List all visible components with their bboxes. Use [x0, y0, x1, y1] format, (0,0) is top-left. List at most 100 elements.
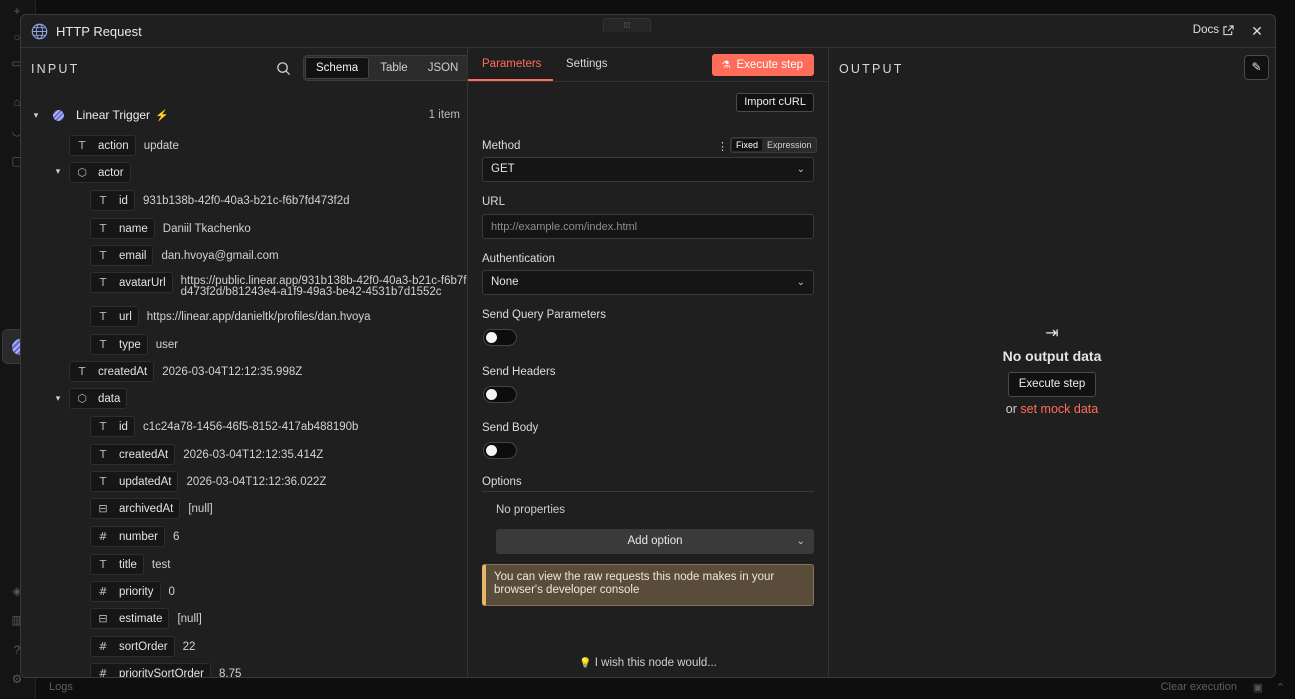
tab-json[interactable]: JSON [418, 56, 467, 80]
tab-table[interactable]: Table [370, 56, 418, 80]
schema-row[interactable]: # priority 0 [90, 581, 175, 602]
schema-row[interactable]: Ttitle test [90, 554, 170, 575]
schema-row[interactable]: Tname Daniil Tkachenko [90, 218, 251, 239]
lightbulb-icon: 💡 [579, 658, 592, 669]
schema-value: [null] [188, 502, 213, 515]
method-select[interactable]: GET ⌄ [482, 157, 814, 182]
schema-row[interactable]: Ttype user [90, 334, 178, 355]
authentication-value: None [491, 276, 519, 288]
schema-row[interactable]: Tid 931b138b-42f0-40a3-b21c-f6b7fd473f2d [90, 190, 350, 211]
authentication-select[interactable]: None ⌄ [482, 270, 814, 295]
schema-key: createdAt [119, 448, 169, 461]
set-mock-data-link[interactable]: set mock data [1020, 402, 1098, 416]
schema-value: 8.75 [219, 667, 242, 678]
node-details-modal: HTTP Request Docs ✕ INPUT Schema Table J… [20, 14, 1276, 678]
schema-value: 0 [168, 585, 175, 598]
tab-settings[interactable]: Settings [566, 58, 608, 70]
mode-fixed[interactable]: Fixed [732, 139, 763, 151]
mode-expression[interactable]: Expression [763, 138, 816, 152]
send-headers-toggle[interactable] [483, 386, 517, 403]
add-option-button[interactable]: Add option ⌄ [496, 529, 814, 554]
logs-toggle[interactable]: Logs [49, 681, 73, 693]
edit-output-button[interactable]: ✎ [1244, 55, 1269, 80]
active-tab-indicator [468, 79, 553, 81]
chevron-down-icon: ⌄ [796, 277, 805, 288]
url-label: URL [482, 196, 506, 208]
schema-row[interactable]: TcreatedAt 2026-03-04T12:12:35.998Z [69, 361, 302, 382]
send-query-toggle[interactable] [483, 329, 517, 346]
import-curl-button[interactable]: Import cURL [736, 93, 814, 112]
schema-row[interactable]: TupdatedAt 2026-03-04T12:12:36.022Z [90, 471, 326, 492]
schema-row[interactable]: TavatarUrl https://public.linear.app/931… [90, 272, 467, 298]
number-type-icon: # [98, 667, 108, 677]
schema-key: actor [98, 166, 124, 179]
send-body-label: Send Body [482, 422, 539, 434]
schema-row[interactable]: Tid c1c24a78-1456-46f5-8152-417ab488190b [90, 416, 358, 437]
schema-row[interactable]: # prioritySortOrder 8.75 [90, 663, 241, 677]
string-type-icon: T [78, 139, 86, 152]
bottom-bar: Logs Clear execution ▣ ⌃ [36, 677, 1295, 699]
schema-value: test [151, 558, 171, 571]
authentication-label: Authentication [482, 253, 555, 265]
close-icon[interactable]: ✕ [1249, 23, 1265, 40]
pencil-icon: ✎ [1251, 60, 1262, 74]
schema-row[interactable]: ⬡ actor [69, 162, 131, 183]
schema-row[interactable]: ⊟ estimate [null] [90, 608, 202, 629]
schema-row[interactable]: ⬡ data [69, 388, 128, 409]
chevron-down-icon[interactable]: ▾ [31, 110, 41, 121]
chevron-down-icon[interactable]: ▾ [53, 393, 63, 404]
schema-value: dan.hvoya@gmail.com [161, 249, 279, 262]
chevron-down-icon[interactable]: ▾ [53, 166, 63, 177]
view-switcher: Schema Table JSON [303, 55, 467, 81]
output-execute-step-button[interactable]: Execute step [1007, 372, 1097, 397]
flask-icon: ⚗ [721, 59, 731, 71]
trigger-row[interactable]: ▾ Linear Trigger ⚡ [31, 108, 169, 122]
no-properties-text: No properties [496, 504, 566, 516]
schema-key: avatarUrl [119, 276, 166, 289]
chevron-down-icon: ⌄ [796, 536, 805, 547]
search-icon[interactable] [276, 61, 291, 76]
schema-key: url [119, 310, 132, 323]
number-type-icon: # [98, 585, 108, 598]
copy-icon[interactable]: ▣ [1253, 681, 1263, 694]
url-input[interactable] [482, 214, 814, 239]
clear-execution-button[interactable]: Clear execution [1161, 681, 1237, 693]
schema-value: 2026-03-04T12:12:35.998Z [162, 365, 303, 378]
schema-key: id [119, 420, 128, 433]
schema-key: action [98, 139, 129, 152]
trigger-label: Linear Trigger [76, 108, 151, 122]
chevron-down-icon: ⌄ [796, 164, 805, 175]
schema-key: email [119, 249, 147, 262]
docs-link[interactable]: Docs [1193, 24, 1234, 36]
schema-row[interactable]: ⊟ archivedAt [null] [90, 498, 213, 519]
tab-parameters[interactable]: Parameters [482, 58, 541, 70]
schema-key: sortOrder [119, 640, 168, 653]
feedback-label: I wish this node would... [594, 657, 717, 669]
schema-row[interactable]: Temail dan.hvoya@gmail.com [90, 245, 279, 266]
schema-key: createdAt [98, 365, 148, 378]
chevron-up-icon[interactable]: ⌃ [1276, 681, 1285, 694]
item-count: 1 item [428, 109, 460, 121]
execute-step-button[interactable]: ⚗ Execute step [711, 54, 814, 76]
panel-drag-handle[interactable]: ⁞⁞⁞ [603, 18, 651, 32]
schema-key: prioritySortOrder [119, 667, 204, 678]
string-type-icon: T [99, 448, 107, 461]
schema-row[interactable]: # number 6 [90, 526, 179, 547]
schema-row[interactable]: Taction update [69, 135, 179, 156]
input-title: INPUT [31, 62, 80, 76]
send-body-toggle[interactable] [483, 442, 517, 459]
schema-key: title [119, 558, 137, 571]
feedback-link[interactable]: 💡 I wish this node would... [468, 657, 828, 669]
schema-row[interactable]: TcreatedAt 2026-03-04T12:12:35.414Z [90, 444, 323, 465]
string-type-icon: T [99, 475, 107, 488]
schema-row[interactable]: Turl https://linear.app/danieltk/profile… [90, 306, 371, 327]
linear-logo-icon [53, 109, 64, 121]
tab-schema[interactable]: Schema [305, 57, 370, 79]
schema-row[interactable]: # sortOrder 22 [90, 636, 195, 657]
more-options-icon[interactable]: ⋮ [717, 140, 728, 153]
no-output-title: No output data [1002, 348, 1102, 364]
schema-key: id [119, 194, 128, 207]
number-type-icon: # [98, 640, 108, 653]
schema-value: Daniil Tkachenko [162, 222, 251, 235]
string-type-icon: T [99, 222, 107, 235]
